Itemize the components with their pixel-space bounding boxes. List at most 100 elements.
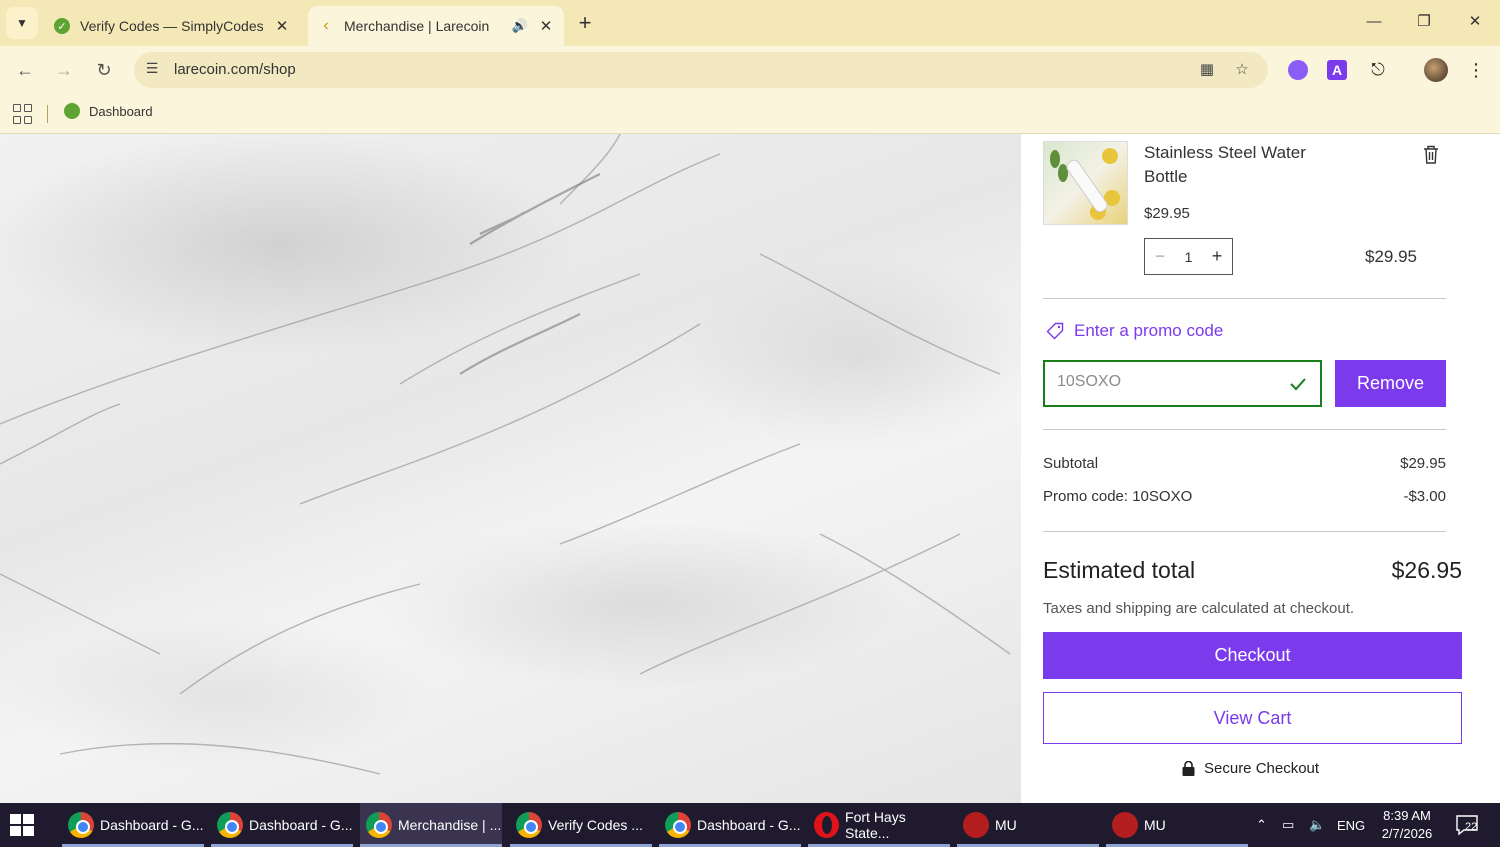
extensions-puzzle-icon[interactable]: ⎋ (1366, 58, 1390, 82)
taskbar-app-merchandise[interactable]: Merchandise | ... (360, 803, 502, 847)
new-tab-button[interactable]: + (572, 10, 598, 36)
lock-icon (1182, 760, 1195, 776)
tab-merchandise[interactable]: ‹ Merchandise | Larecoin 🔊 ✕ (308, 6, 564, 46)
tab-verify-codes[interactable]: ✓ Verify Codes — SimplyCodes ✕ (46, 6, 300, 46)
bookmarks-bar: Dashboard (0, 94, 1500, 134)
bookmark-dashboard[interactable]: Dashboard (64, 103, 153, 119)
reload-icon[interactable]: ↻ (90, 56, 118, 84)
close-tab-icon[interactable]: ✕ (534, 14, 558, 38)
product-thumbnail[interactable] (1043, 141, 1128, 225)
speaker-icon[interactable]: 🔊 (510, 18, 530, 34)
windows-taskbar: Dashboard - G... Dashboard - G... Mercha… (0, 803, 1500, 847)
translate-icon[interactable]: ▦ (1196, 60, 1218, 82)
checkout-button[interactable]: Checkout (1043, 632, 1462, 679)
plus-icon[interactable]: + (1202, 246, 1232, 267)
marble-background-image (0, 134, 1021, 803)
promo-code-link[interactable]: Enter a promo code (1045, 321, 1223, 341)
promo-discount-value: -$3.00 (1403, 488, 1446, 505)
bookmarks-separator (47, 105, 48, 123)
tray-overflow-chevron-icon[interactable]: ⌃ (1256, 803, 1267, 847)
promo-code-input[interactable] (1057, 373, 1277, 391)
taskbar-app-dashboard-3[interactable]: Dashboard - G... (659, 803, 801, 847)
taskbar-app-mu-2[interactable]: MU (1106, 803, 1248, 847)
water-bottle-image (1064, 157, 1110, 215)
subtotal-row: Subtotal $29.95 (1043, 455, 1446, 472)
taskbar-app-label: Verify Codes ... (548, 817, 643, 833)
browser-toolbar: ← → ↻ ☰ larecoin.com/shop ▦ ☆ A ⎋ ⋮ (0, 46, 1500, 94)
windows-start-icon[interactable] (10, 814, 34, 836)
profile-avatar[interactable] (1424, 58, 1448, 82)
taskbar-app-verify-codes[interactable]: Verify Codes ... (510, 803, 652, 847)
tax-note: Taxes and shipping are calculated at che… (1043, 600, 1355, 617)
taskbar-app-dashboard-1[interactable]: Dashboard - G... (62, 803, 204, 847)
subtotal-value: $29.95 (1400, 455, 1446, 472)
volume-icon[interactable]: 🔈 (1309, 803, 1325, 847)
remove-promo-button[interactable]: Remove (1335, 360, 1446, 407)
notification-center-icon[interactable]: 22 (1455, 813, 1481, 837)
secure-checkout-label: Secure Checkout (1204, 760, 1320, 777)
estimated-total-value: $26.95 (1391, 557, 1462, 583)
address-bar[interactable]: ☰ larecoin.com/shop ▦ ☆ (134, 52, 1268, 88)
taskbar-app-fort-hays[interactable]: Fort Hays State... (808, 803, 950, 847)
chrome-icon (366, 812, 392, 838)
mu-icon (963, 812, 989, 838)
tab-title: Merchandise | Larecoin (344, 18, 490, 34)
divider (1043, 531, 1446, 532)
taskbar-app-label: MU (1144, 817, 1166, 833)
lemon-decoration (1102, 148, 1118, 164)
system-clock[interactable]: 8:39 AM 2/7/2026 (1378, 807, 1436, 843)
marble-veins (0, 134, 1011, 775)
more-menu-icon[interactable]: ⋮ (1464, 58, 1488, 82)
chevron-down-icon: ▼ (16, 16, 28, 30)
chrome-icon (665, 812, 691, 838)
taskbar-app-mu-1[interactable]: MU (957, 803, 1099, 847)
subtotal-label: Subtotal (1043, 455, 1099, 472)
simplycodes-favicon-icon: ✓ (54, 18, 70, 34)
close-tab-icon[interactable]: ✕ (270, 14, 294, 38)
taskbar-app-label: Dashboard - G... (100, 817, 204, 833)
divider (1043, 298, 1446, 299)
bookmark-label: Dashboard (89, 103, 153, 119)
chrome-icon (217, 812, 243, 838)
site-info-icon[interactable]: ☰ (142, 60, 162, 80)
extension-a-icon[interactable]: A (1325, 58, 1349, 82)
promo-link-label: Enter a promo code (1074, 321, 1224, 340)
taskbar-app-label: Dashboard - G... (697, 817, 801, 833)
larecoin-favicon-icon: ‹ (323, 17, 329, 34)
taskbar-app-label: Merchandise | ... (398, 817, 502, 833)
tab-strip: ▼ ✓ Verify Codes — SimplyCodes ✕ ‹ Merch… (0, 0, 1500, 46)
divider (1043, 429, 1446, 430)
minimize-icon[interactable]: — (1354, 8, 1394, 36)
leaf-decoration (1050, 150, 1060, 168)
product-name[interactable]: Stainless Steel Water Bottle (1144, 141, 1344, 189)
back-icon[interactable]: ← (11, 56, 39, 84)
chrome-icon (68, 812, 94, 838)
extension-purple-icon[interactable] (1286, 58, 1310, 82)
language-indicator[interactable]: ENG (1337, 803, 1365, 847)
promo-code-field[interactable] (1043, 360, 1322, 407)
taskbar-app-dashboard-2[interactable]: Dashboard - G... (211, 803, 353, 847)
bookmark-star-icon[interactable]: ☆ (1231, 60, 1253, 82)
network-icon[interactable]: ▭ (1282, 803, 1294, 847)
quantity-stepper: − 1 + (1144, 238, 1233, 275)
forward-icon[interactable]: → (50, 56, 78, 84)
minus-icon[interactable]: − (1145, 246, 1175, 267)
clock-time: 8:39 AM (1383, 808, 1431, 823)
tab-search-button[interactable]: ▼ (6, 7, 38, 39)
trash-icon[interactable] (1421, 143, 1441, 165)
tag-icon (1045, 321, 1065, 341)
notification-count: 22 (1465, 821, 1478, 833)
quantity-value[interactable]: 1 (1175, 249, 1202, 265)
close-window-icon[interactable]: ✕ (1455, 8, 1495, 36)
secure-checkout-note: Secure Checkout (1182, 760, 1319, 777)
promo-discount-label: Promo code: 10SOXO (1043, 488, 1193, 505)
view-cart-button[interactable]: View Cart (1043, 692, 1462, 744)
url-text[interactable]: larecoin.com/shop (174, 61, 296, 78)
estimated-total-row: Estimated total $26.95 (1043, 557, 1462, 584)
apps-grid-icon[interactable] (13, 104, 33, 124)
unit-price: $29.95 (1144, 205, 1190, 222)
taskbar-app-label: Dashboard - G... (249, 817, 353, 833)
dashboard-favicon-icon (64, 103, 80, 119)
promo-discount-row: Promo code: 10SOXO -$3.00 (1043, 488, 1446, 505)
restore-icon[interactable]: ❐ (1404, 8, 1444, 36)
